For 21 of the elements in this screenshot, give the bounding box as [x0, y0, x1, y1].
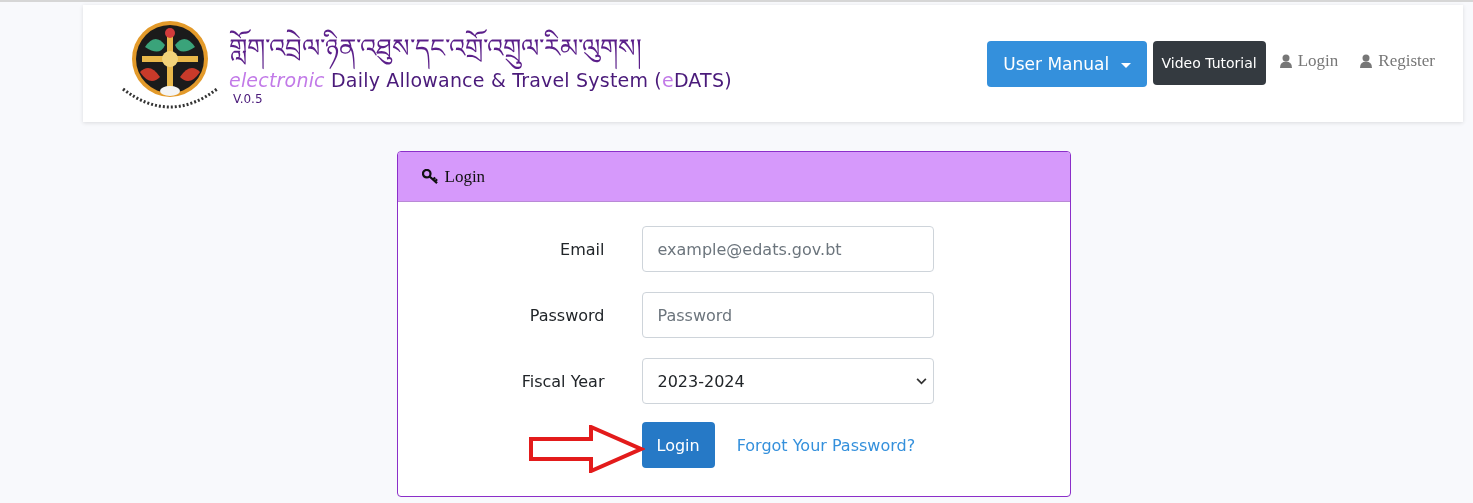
user-icon [1279, 54, 1292, 68]
key-icon [421, 169, 439, 184]
user-manual-dropdown[interactable]: User Manual [987, 41, 1147, 87]
card-title: Login [444, 166, 486, 187]
select-field[interactable]: 2023-2024 [641, 358, 934, 404]
caret-icon [1120, 62, 1131, 68]
nav-link[interactable]: Register [1352, 41, 1443, 81]
system-title: electronic Daily Allowance & Travel System (eDATS) [229, 69, 732, 92]
field-label: Fiscal Year [520, 371, 605, 391]
user-icon [1360, 54, 1373, 68]
field-label: Email [559, 239, 605, 259]
version-label: V.0.5 [233, 92, 264, 106]
video-tutorial-button[interactable]: Video Tutorial [1152, 41, 1266, 85]
login-button[interactable]: Login [641, 422, 715, 468]
nav-link[interactable]: Login [1271, 41, 1347, 81]
forgot-password-link[interactable]: Forgot Your Password? [736, 435, 916, 455]
field-label: Password [528, 305, 605, 325]
tibetan-title: གློག་འབྲེལ་ཉིན་འཐུས་དང་འགྲོ་འགྲུལ་རིམ་ལུགས། [229, 28, 732, 68]
chevron-down-icon [915, 377, 927, 385]
input-field[interactable]: Password [641, 292, 934, 338]
input-field[interactable]: example@edats.gov.bt [641, 226, 934, 272]
